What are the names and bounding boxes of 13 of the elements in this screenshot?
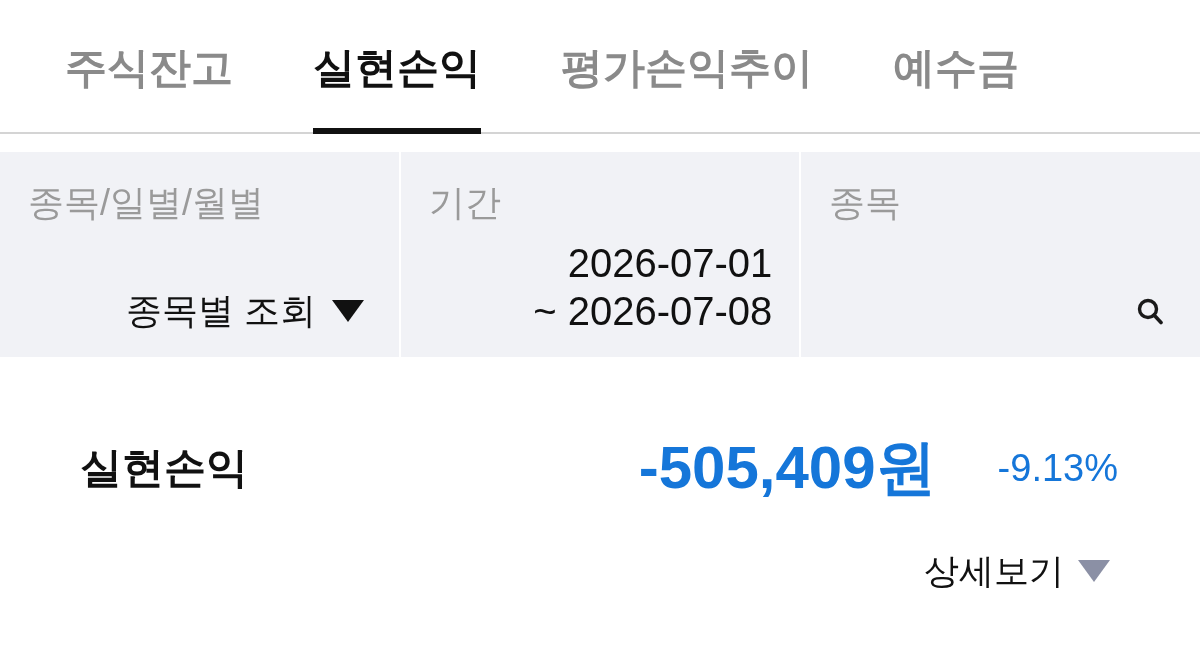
profit-rate: -9.13% bbox=[997, 446, 1118, 491]
date-range-field[interactable]: 2026-07-01 ~ 2026-07-08 bbox=[533, 239, 773, 335]
search-icon bbox=[1137, 298, 1163, 325]
caret-icon bbox=[331, 300, 364, 322]
search-button[interactable] bbox=[1137, 298, 1163, 325]
tab[interactable]: 실현손익 bbox=[313, 0, 481, 134]
filter-label: 기간 bbox=[428, 182, 501, 223]
details-toggle[interactable]: 상세보기 bbox=[924, 547, 1110, 595]
filter-label: 종목 bbox=[829, 182, 902, 223]
summary-label: 실현손익 bbox=[80, 443, 248, 493]
view-dropdown[interactable]: 종목별 조회 bbox=[125, 287, 364, 335]
filter-label: 종목/일별/월별 bbox=[28, 182, 264, 223]
profit-amount: -505,409원 bbox=[638, 433, 936, 503]
